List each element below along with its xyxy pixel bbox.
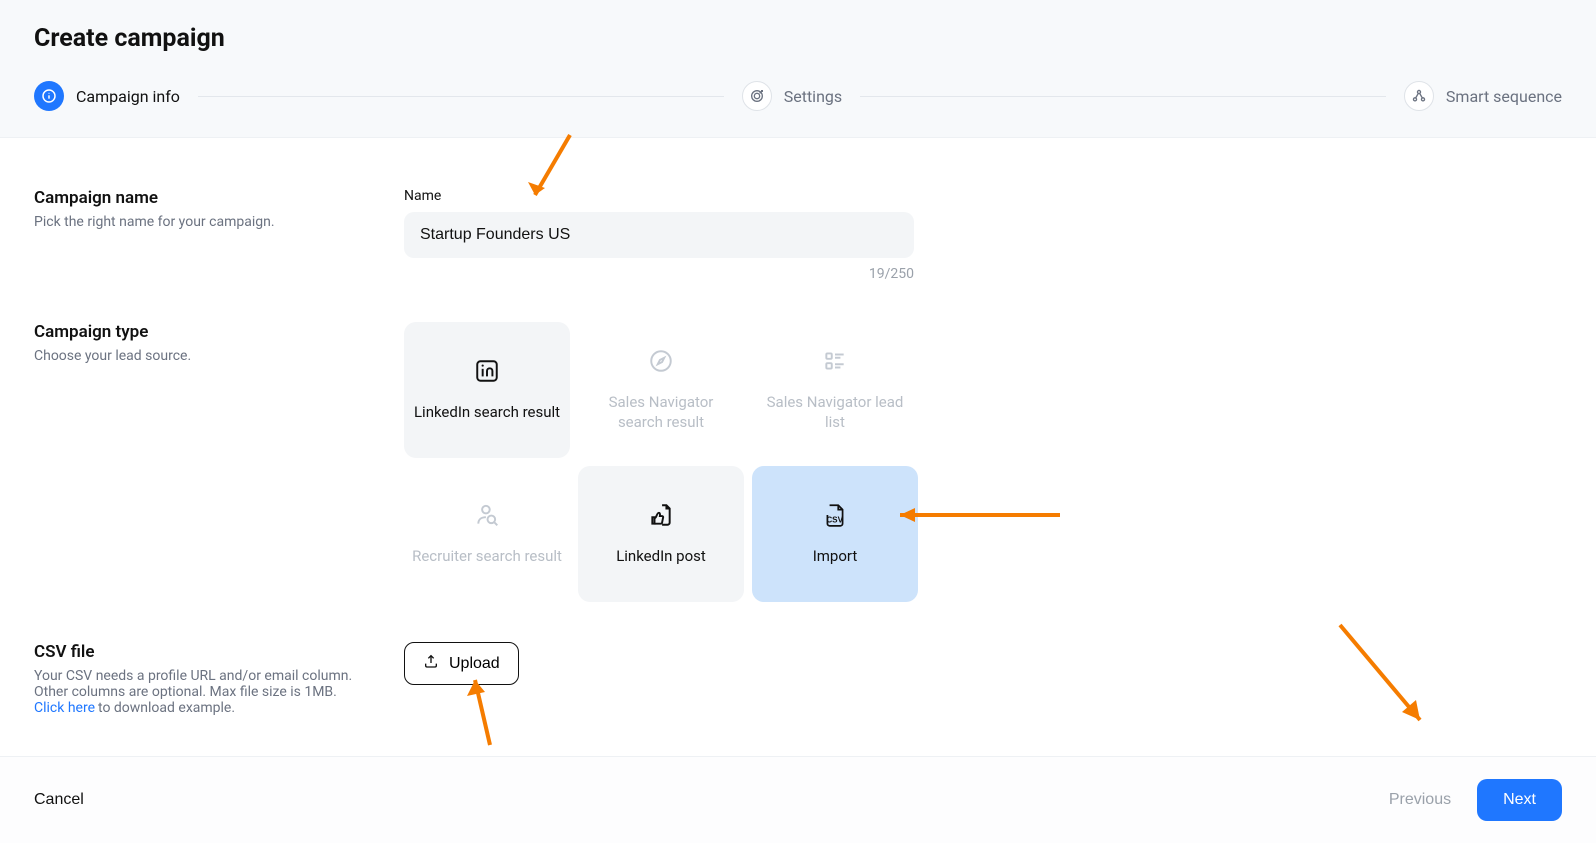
linkedin-icon: [474, 358, 500, 388]
step-label: Settings: [784, 87, 842, 106]
campaign-name-input[interactable]: [404, 212, 914, 258]
info-icon: [34, 81, 64, 111]
campaign-type-grid: LinkedIn search result Sales Navigator s…: [404, 322, 964, 602]
page-title: Create campaign: [34, 24, 1562, 53]
type-sales-nav-search[interactable]: Sales Navigator search result: [578, 322, 744, 458]
next-button[interactable]: Next: [1477, 779, 1562, 821]
step-smart-sequence[interactable]: Smart sequence: [1404, 81, 1562, 111]
footer: Cancel Previous Next: [0, 756, 1596, 843]
csv-file-icon: CSV: [822, 502, 848, 532]
thumbs-up-file-icon: [648, 502, 674, 532]
step-divider: [860, 96, 1386, 97]
card-label: LinkedIn post: [616, 546, 706, 566]
csv-subtitle: Your CSV needs a profile URL and/or emai…: [34, 668, 384, 716]
sequence-icon: [1404, 81, 1434, 111]
card-label: Sales Navigator search result: [586, 392, 736, 433]
previous-button[interactable]: Previous: [1389, 791, 1451, 809]
campaign-name-title: Campaign name: [34, 188, 384, 208]
card-label: LinkedIn search result: [414, 402, 560, 422]
campaign-type-subtitle: Choose your lead source.: [34, 348, 384, 364]
csv-link-after: to download example.: [98, 700, 235, 716]
svg-text:CSV: CSV: [826, 515, 843, 524]
stepper: Campaign info Settings: [34, 81, 1562, 137]
card-label: Sales Navigator lead list: [760, 392, 910, 433]
step-campaign-info[interactable]: Campaign info: [34, 81, 180, 111]
step-label: Campaign info: [76, 87, 180, 106]
campaign-type-title: Campaign type: [34, 322, 384, 342]
csv-sub-text: Your CSV needs a profile URL and/or emai…: [34, 668, 352, 700]
campaign-name-subtitle: Pick the right name for your campaign.: [34, 214, 384, 230]
target-icon: [742, 81, 772, 111]
name-field-label: Name: [404, 188, 964, 204]
card-label: Recruiter search result: [412, 546, 562, 566]
list-icon: [822, 348, 848, 378]
download-example-link[interactable]: Click here: [34, 700, 95, 716]
upload-label: Upload: [449, 655, 500, 673]
step-label: Smart sequence: [1446, 87, 1562, 106]
type-linkedin-search[interactable]: LinkedIn search result: [404, 322, 570, 458]
step-settings[interactable]: Settings: [742, 81, 842, 111]
recruiter-icon: [474, 502, 500, 532]
cancel-button[interactable]: Cancel: [34, 791, 84, 809]
upload-button[interactable]: Upload: [404, 642, 519, 685]
csv-title: CSV file: [34, 642, 384, 662]
type-import[interactable]: CSV Import: [752, 466, 918, 602]
type-sales-nav-list[interactable]: Sales Navigator lead list: [752, 322, 918, 458]
step-divider: [198, 96, 724, 97]
card-label: Import: [813, 546, 858, 566]
type-recruiter-search[interactable]: Recruiter search result: [404, 466, 570, 602]
type-linkedin-post[interactable]: LinkedIn post: [578, 466, 744, 602]
upload-icon: [423, 653, 439, 674]
char-counter: 19/250: [404, 266, 914, 282]
compass-icon: [648, 348, 674, 378]
